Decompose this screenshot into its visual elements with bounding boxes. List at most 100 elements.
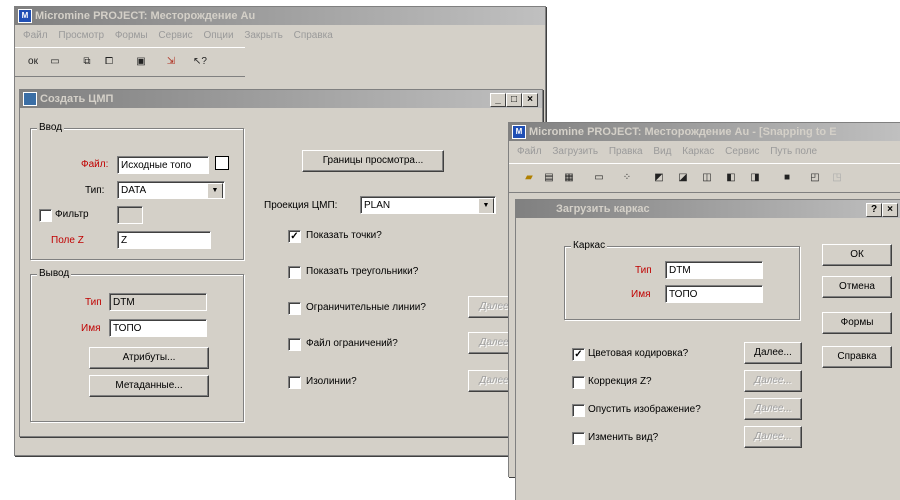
type-combo[interactable]: DATA ▼ xyxy=(117,181,225,199)
menu-file[interactable]: Файл xyxy=(517,146,542,157)
view-bounds-button[interactable]: Границы просмотра... xyxy=(302,150,444,172)
help-button[interactable]: Справка xyxy=(822,346,892,368)
menu-view[interactable]: Вид xyxy=(653,146,671,157)
main-app-titlebar[interactable]: M Micromine PROJECT: Месторождение Au xyxy=(15,7,545,25)
output-name-input[interactable]: ТОПО xyxy=(109,319,207,337)
help-icon[interactable]: ? xyxy=(866,203,882,217)
chevron-down-icon[interactable]: ▼ xyxy=(207,183,223,198)
color-coding-more-button[interactable]: Далее... xyxy=(744,342,802,364)
display-icon[interactable]: ▭ xyxy=(589,169,609,187)
type-label: Тип: xyxy=(85,185,105,196)
wireframe-save-icon[interactable]: ◨ xyxy=(745,169,765,187)
wireframe-color-icon[interactable]: ◧ xyxy=(721,169,741,187)
view-disabled-icon[interactable]: ◳ xyxy=(827,169,847,187)
show-points-checkbox[interactable]: ✓ xyxy=(288,230,301,243)
show-triangles-label: Показать треугольники? xyxy=(306,266,419,277)
menu-path[interactable]: Путь поле xyxy=(770,146,817,157)
menu-tools[interactable]: Сервис xyxy=(725,146,759,157)
show-triangles-checkbox[interactable] xyxy=(288,266,301,279)
cancel-button[interactable]: Отмена xyxy=(822,276,892,298)
menu-file[interactable]: Файл xyxy=(23,30,48,41)
close-icon[interactable]: × xyxy=(522,93,538,107)
wireframe-load-icon[interactable]: ◩ xyxy=(649,169,669,187)
close-glyph: × xyxy=(887,204,893,215)
field-z-input[interactable]: Z xyxy=(117,231,211,249)
menu-wireframe[interactable]: Каркас xyxy=(682,146,714,157)
close-icon[interactable]: × xyxy=(882,203,898,217)
exit-icon-glyph: ⇲ xyxy=(166,56,176,67)
metadata-button[interactable]: Метаданные... xyxy=(89,375,209,397)
menu-edit[interactable]: Правка xyxy=(609,146,643,157)
file-input[interactable]: Исходные топо xyxy=(117,156,209,174)
menu-forms[interactable]: Формы xyxy=(115,30,148,41)
second-app-titlebar[interactable]: M Micromine PROJECT: Месторождение Au - [… xyxy=(509,123,900,141)
main-menu-bar: Файл Просмотр Формы Сервис Опции Закрыть… xyxy=(15,27,545,45)
main-app-title: Micromine PROJECT: Месторождение Au xyxy=(35,10,256,22)
filter-checkbox[interactable] xyxy=(39,209,52,222)
boundary-lines-checkbox[interactable] xyxy=(288,302,301,315)
color-coding-checkbox[interactable]: ✓ xyxy=(572,348,585,361)
help-glyph: ? xyxy=(870,204,878,215)
load-wireframe-titlebar[interactable]: Загрузить каркас xyxy=(516,200,900,218)
chart-icon[interactable]: ▣ xyxy=(131,53,151,71)
minimize-icon[interactable]: _ xyxy=(490,93,506,107)
attributes-button[interactable]: Атрибуты... xyxy=(89,347,209,369)
wireframe-group-label: Каркас xyxy=(571,240,608,251)
projection-combo[interactable]: PLAN ▼ xyxy=(360,196,496,214)
file-browse-icon[interactable] xyxy=(215,156,229,170)
type-combo-value: DATA xyxy=(121,185,147,196)
wireframe-edit-icon[interactable]: ◪ xyxy=(673,169,693,187)
menu-help[interactable]: Справка xyxy=(294,30,333,41)
lower-image-more-button[interactable]: Далее... xyxy=(744,398,802,420)
ok-icon[interactable]: ок xyxy=(23,53,43,71)
contours-checkbox[interactable] xyxy=(288,376,301,389)
micromine-app-icon: M xyxy=(512,125,526,139)
menu-view[interactable]: Просмотр xyxy=(58,30,104,41)
second-menu-bar: Файл Загрузить Правка Вид Каркас Сервис … xyxy=(509,143,900,161)
wireframe-copy-icon[interactable]: ◫ xyxy=(697,169,717,187)
z-correction-checkbox[interactable] xyxy=(572,376,585,389)
output-name-label: Имя xyxy=(81,323,101,334)
z-correction-more-button[interactable]: Далее... xyxy=(744,370,802,392)
chevron-down-icon[interactable]: ▼ xyxy=(478,198,494,213)
menu-load[interactable]: Загрузить xyxy=(552,146,598,157)
help-icon[interactable]: ↖? xyxy=(187,53,213,71)
exit-icon[interactable]: ⇲ xyxy=(161,53,181,71)
show-points-label: Показать точки? xyxy=(306,230,382,241)
wireframe-type-input[interactable]: DTM xyxy=(665,261,763,279)
constraint-file-checkbox[interactable] xyxy=(288,338,301,351)
create-dtm-titlebar[interactable]: Создать ЦМП xyxy=(20,90,542,108)
view-icon[interactable]: ◰ xyxy=(805,169,825,187)
second-app-title: Micromine PROJECT: Месторождение Au - [S… xyxy=(529,126,837,138)
display-icon[interactable]: ▭ xyxy=(45,53,65,71)
menu-options[interactable]: Опции xyxy=(203,30,233,41)
save-icon[interactable]: ▤ xyxy=(539,169,559,187)
print-icon[interactable]: ▦ xyxy=(559,169,579,187)
main-app-window: M Micromine PROJECT: Месторождение Au Фай… xyxy=(14,6,546,456)
lower-image-checkbox[interactable] xyxy=(572,404,585,417)
menu-close[interactable]: Закрыть xyxy=(244,30,283,41)
maximize-icon[interactable]: □ xyxy=(506,93,522,107)
load-wireframe-title: Загрузить каркас xyxy=(556,203,650,215)
forms-button[interactable]: Формы xyxy=(822,312,892,334)
wireframe-name-label: Имя xyxy=(631,289,651,300)
change-view-label: Изменить вид? xyxy=(588,432,659,443)
wireframe-name-input[interactable]: ТОПО xyxy=(665,285,763,303)
grid-icon[interactable]: ⁘ xyxy=(617,169,637,187)
window-icon-glyph: ⧠ xyxy=(105,56,113,67)
window-icon[interactable]: ⧠ xyxy=(99,53,119,71)
layers-icon[interactable]: ■ xyxy=(777,169,797,187)
open-folder-icon[interactable]: ▰ xyxy=(519,169,539,187)
ok-button[interactable]: ОК xyxy=(822,244,892,266)
boundary-lines-label: Ограничительные линии? xyxy=(306,302,426,313)
copy-icon[interactable]: ⧉ xyxy=(77,53,97,71)
change-view-more-button[interactable]: Далее... xyxy=(744,426,802,448)
create-dtm-dialog: Создать ЦМП _ □ × Ввод Файл: Исходные то… xyxy=(19,89,543,437)
lower-image-label: Опустить изображение? xyxy=(588,404,701,415)
change-view-checkbox[interactable] xyxy=(572,432,585,445)
menu-tools[interactable]: Сервис xyxy=(158,30,192,41)
second-app-window: M Micromine PROJECT: Месторождение Au - [… xyxy=(508,122,900,500)
ok-icon-glyph: ок xyxy=(28,56,38,67)
filter-label: Фильтр xyxy=(55,209,89,220)
chart-icon-glyph: ▣ xyxy=(136,56,146,67)
